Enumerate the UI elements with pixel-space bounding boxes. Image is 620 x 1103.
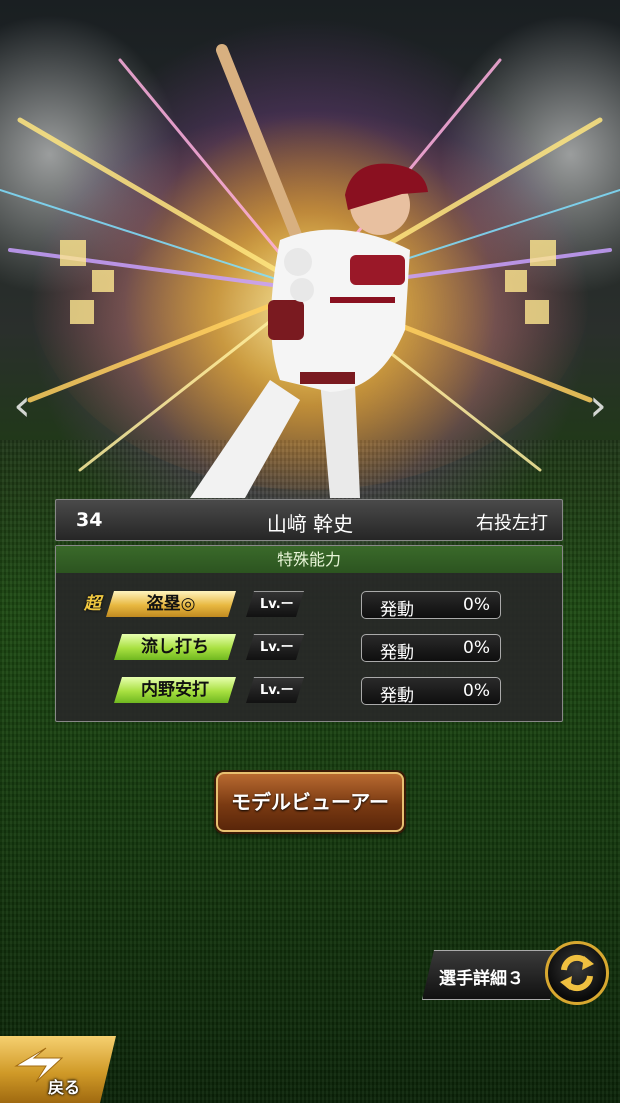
abilities-header: 特殊能力 [56,546,562,573]
back-label: 戻る [48,1078,81,1097]
activation-value: 0% [463,595,490,615]
activation-value: 0% [463,638,490,658]
throw-bat-type: 右投左打 [476,513,548,534]
special-abilities-panel: 特殊能力 超 盗塁◎ Lv.ー 発動 0% 流し打ち Lv.ー 発動 0% 内野… [55,545,563,722]
activation-label: 発動 [380,686,414,706]
ability-row[interactable]: 流し打ち Lv.ー 発動 0% [56,634,564,663]
next-player-arrow[interactable]: › [578,378,618,434]
player-detail-button[interactable]: 選手詳細３ [422,950,562,1000]
ability-name: 盗塁◎ [106,591,236,617]
prev-player-arrow[interactable]: ‹ [2,378,42,434]
activation-rate: 発動 0% [361,634,501,663]
ability-name: 流し打ち [114,634,236,660]
ability-row[interactable]: 超 盗塁◎ Lv.ー 発動 0% [56,591,564,620]
activation-rate: 発動 0% [361,677,501,706]
player-figure [190,44,428,498]
switch-detail-button[interactable] [545,941,609,1005]
ability-level: Lv.ー [246,591,304,617]
activation-value: 0% [463,681,490,701]
model-viewer-button[interactable]: モデルビューアー [216,772,404,832]
super-badge: 超 [84,594,101,614]
refresh-arrows-icon [560,954,594,992]
activation-label: 発動 [380,643,414,663]
player-name-bar: 34 山﨑 幹史 右投左打 [55,499,563,541]
activation-label: 発動 [380,600,414,620]
back-button[interactable]: 戻る [0,1036,116,1103]
activation-rate: 発動 0% [361,591,501,620]
ability-row[interactable]: 内野安打 Lv.ー 発動 0% [56,677,564,706]
player-detail-label: 選手詳細３ [439,969,524,989]
ability-level: Lv.ー [246,634,304,660]
ability-name: 内野安打 [114,677,236,703]
ability-level: Lv.ー [246,677,304,703]
